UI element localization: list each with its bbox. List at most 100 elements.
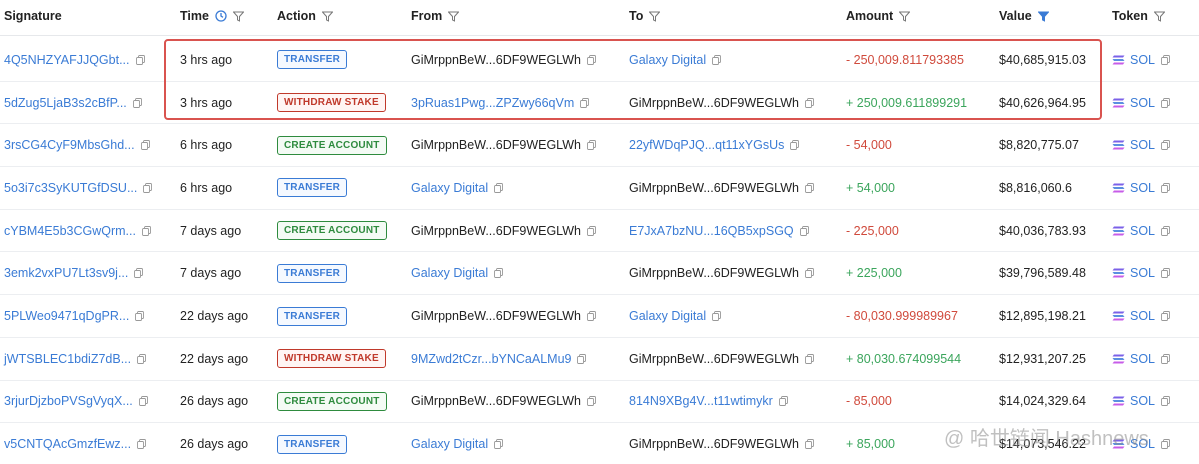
signature-link[interactable]: 5PLWeo9471qDgPR...	[4, 309, 129, 323]
copy-icon[interactable]	[1161, 225, 1170, 236]
sol-logo-icon	[1112, 311, 1125, 321]
token-link[interactable]: SOL	[1130, 309, 1155, 323]
token-link[interactable]: SOL	[1130, 394, 1155, 408]
copy-icon[interactable]	[587, 140, 596, 151]
signature-link[interactable]: v5CNTQAcGmzfEwz...	[4, 437, 131, 451]
column-header-action[interactable]: Action	[277, 9, 333, 23]
copy-icon[interactable]	[778, 396, 788, 407]
copy-icon[interactable]	[1161, 439, 1170, 450]
copy-icon[interactable]	[132, 97, 142, 108]
copy-icon[interactable]	[712, 311, 722, 321]
amount-text: + 85,000	[846, 437, 896, 452]
copy-icon[interactable]	[1161, 353, 1170, 364]
token-link[interactable]: SOL	[1130, 181, 1155, 195]
copy-icon[interactable]	[587, 396, 596, 407]
clock-icon[interactable]	[215, 10, 227, 22]
copy-icon[interactable]	[135, 54, 145, 65]
copy-icon[interactable]	[712, 54, 722, 65]
copy-icon[interactable]	[142, 225, 151, 236]
amount-cell: + 85,000	[846, 423, 895, 464]
to-address[interactable]: GiMrppnBeW...6DF9WEGLWh	[629, 266, 799, 280]
signature-link[interactable]: 3emk2vxPU7Lt3sv9j...	[4, 266, 128, 280]
from-address[interactable]: GiMrppnBeW...6DF9WEGLWh	[411, 53, 581, 67]
from-address[interactable]: Galaxy Digital	[411, 437, 488, 451]
filter-icon[interactable]	[649, 11, 661, 22]
signature-link[interactable]: 4Q5NHZYAFJJQGbt...	[4, 53, 130, 67]
copy-icon[interactable]	[494, 268, 504, 279]
from-address[interactable]: 3pRuas1Pwg...ZPZwy66qVm	[411, 96, 574, 110]
from-address[interactable]: GiMrppnBeW...6DF9WEGLWh	[411, 138, 581, 152]
copy-icon[interactable]	[140, 140, 150, 151]
copy-icon[interactable]	[1161, 97, 1170, 108]
filter-icon[interactable]	[899, 11, 911, 22]
copy-icon[interactable]	[805, 268, 814, 279]
filter-icon[interactable]	[448, 11, 460, 22]
to-address[interactable]: Galaxy Digital	[629, 53, 706, 67]
to-address[interactable]: E7JxA7bzNU...16QB5xpSGQ	[629, 224, 794, 238]
copy-icon[interactable]	[805, 97, 814, 108]
from-address[interactable]: Galaxy Digital	[411, 181, 488, 195]
copy-icon[interactable]	[805, 182, 814, 193]
copy-icon[interactable]	[135, 311, 145, 321]
filter-icon[interactable]	[232, 11, 244, 22]
to-address[interactable]: 22yfWDqPJQ...qt11xYGsUs	[629, 138, 784, 152]
copy-icon[interactable]	[134, 268, 144, 279]
filter-icon[interactable]	[321, 11, 333, 22]
copy-icon[interactable]	[138, 396, 148, 407]
copy-icon[interactable]	[805, 353, 814, 364]
to-address[interactable]: Galaxy Digital	[629, 309, 706, 323]
copy-icon[interactable]	[494, 439, 504, 450]
column-header-to[interactable]: To	[629, 9, 661, 23]
filter-active-icon[interactable]	[1037, 11, 1049, 22]
copy-icon[interactable]	[805, 439, 814, 450]
to-address[interactable]: GiMrppnBeW...6DF9WEGLWh	[629, 437, 799, 451]
column-header-amount[interactable]: Amount	[846, 9, 911, 23]
token-link[interactable]: SOL	[1130, 224, 1155, 238]
copy-icon[interactable]	[580, 97, 590, 108]
filter-icon[interactable]	[1153, 11, 1165, 22]
copy-icon[interactable]	[587, 54, 596, 65]
copy-icon[interactable]	[1161, 396, 1170, 407]
copy-icon[interactable]	[143, 182, 153, 193]
token-link[interactable]: SOL	[1130, 138, 1155, 152]
to-address[interactable]: GiMrppnBeW...6DF9WEGLWh	[629, 181, 799, 195]
column-header-from[interactable]: From	[411, 9, 460, 23]
copy-icon[interactable]	[1161, 140, 1170, 151]
to-address[interactable]: 814N9XBg4V...t11wtimykr	[629, 394, 773, 408]
to-address[interactable]: GiMrppnBeW...6DF9WEGLWh	[629, 96, 799, 110]
copy-icon[interactable]	[587, 311, 596, 321]
copy-icon[interactable]	[1161, 182, 1170, 193]
signature-link[interactable]: 5o3i7c3SyKUTGfDSU...	[4, 181, 137, 195]
from-address[interactable]: 9MZwd2tCzr...bYNCaALMu9	[411, 352, 571, 366]
copy-icon[interactable]	[1161, 268, 1170, 279]
copy-icon[interactable]	[790, 140, 800, 151]
token-link[interactable]: SOL	[1130, 352, 1155, 366]
token-link[interactable]: SOL	[1130, 266, 1155, 280]
signature-link[interactable]: 3rjurDjzboPVSgVyqX...	[4, 394, 133, 408]
copy-icon[interactable]	[1161, 54, 1170, 65]
copy-icon[interactable]	[1161, 311, 1170, 321]
column-header-token[interactable]: Token	[1112, 9, 1165, 23]
value-text: $8,820,775.07	[999, 138, 1079, 153]
from-address[interactable]: GiMrppnBeW...6DF9WEGLWh	[411, 224, 581, 238]
copy-icon[interactable]	[799, 225, 809, 236]
copy-icon[interactable]	[494, 182, 504, 193]
token-link[interactable]: SOL	[1130, 53, 1155, 67]
to-address[interactable]: GiMrppnBeW...6DF9WEGLWh	[629, 352, 799, 366]
from-address[interactable]: GiMrppnBeW...6DF9WEGLWh	[411, 309, 581, 323]
signature-link[interactable]: 3rsCG4CyF9MbsGhd...	[4, 138, 135, 152]
from-address[interactable]: GiMrppnBeW...6DF9WEGLWh	[411, 394, 581, 408]
signature-link[interactable]: cYBM4E5b3CGwQrm...	[4, 224, 136, 238]
amount-text: - 80,030.999989967	[846, 309, 958, 324]
copy-icon[interactable]	[137, 353, 147, 364]
signature-link[interactable]: 5dZug5LjaB3s2cBfP...	[4, 96, 127, 110]
column-header-time[interactable]: Time	[180, 9, 244, 23]
copy-icon[interactable]	[587, 225, 596, 236]
from-cell: Galaxy Digital	[411, 423, 504, 464]
signature-link[interactable]: jWTSBLEC1bdiZ7dB...	[4, 352, 131, 366]
copy-icon[interactable]	[577, 353, 587, 364]
column-header-value[interactable]: Value	[999, 9, 1049, 23]
from-address[interactable]: Galaxy Digital	[411, 266, 488, 280]
copy-icon[interactable]	[137, 439, 147, 450]
token-link[interactable]: SOL	[1130, 96, 1155, 110]
